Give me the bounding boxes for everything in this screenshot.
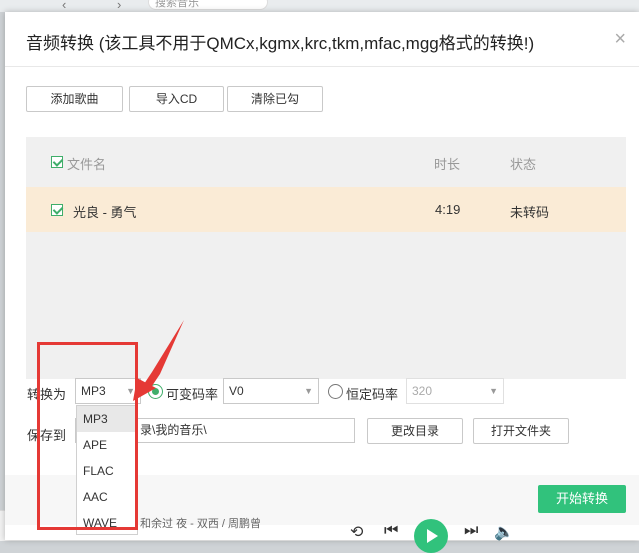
next-track-icon[interactable]: ⏭ [464,522,478,540]
row-checkbox[interactable] [51,204,63,216]
cbr-label: 恒定码率 [346,387,399,402]
open-folder-button[interactable]: 打开文件夹 [473,418,569,444]
chevron-down-icon: ▼ [489,386,498,396]
search-placeholder: 搜索音乐 [155,0,199,9]
clear-checked-button[interactable]: 清除已勾 [227,86,323,112]
now-playing-text: 和余过 夜 - 双西 / 周鹏曾 [140,515,261,531]
play-button[interactable] [414,519,448,553]
cbr-select-value: 320 [412,384,433,398]
row-status: 未转码 [510,205,550,220]
row-duration: 4:19 [435,202,461,217]
back-arrow-icon[interactable]: ‹ [62,0,66,12]
chevron-down-icon: ▼ [304,386,313,396]
dialog-title: 音频转换 (该工具不用于QMCx,kgmx,krc,tkm,mfac,mgg格式… [26,34,535,53]
vbr-label: 可变码率 [166,387,219,402]
annotation-highlight-box [37,342,138,530]
close-icon[interactable]: × [614,28,626,51]
column-duration: 时长 [434,157,461,172]
vbr-select-value: V0 [229,384,244,398]
previous-track-icon[interactable]: ⏮ [384,522,398,540]
cbr-select[interactable]: 320 ▼ [406,378,504,404]
start-convert-button[interactable]: 开始转换 [538,485,626,513]
table-row[interactable]: 光良 - 勇气 4:19 未转码 [26,187,626,232]
import-cd-button[interactable]: 导入CD [129,86,224,112]
background-top-bar [0,0,639,12]
add-song-button[interactable]: 添加歌曲 [26,86,123,112]
now-playing-artist: 夜 - 双西 / 周鹏曾 [176,518,262,530]
column-filename: 文件名 [67,157,107,172]
row-filename: 光良 - 勇气 [73,205,137,220]
change-directory-button[interactable]: 更改目录 [367,418,463,444]
volume-icon[interactable]: 🔈 [494,522,514,542]
select-all-checkbox[interactable] [51,156,63,168]
title-divider [5,66,639,67]
loop-icon[interactable]: ⟲ [350,522,363,542]
background-search-input[interactable]: 搜索音乐 [148,0,268,10]
forward-arrow-icon[interactable]: › [117,0,121,12]
vbr-select[interactable]: V0 ▼ [223,378,319,404]
vbr-radio[interactable] [148,384,163,399]
cbr-radio[interactable] [328,384,343,399]
column-status: 状态 [510,157,537,172]
now-playing-title: 和余过 [140,518,173,530]
